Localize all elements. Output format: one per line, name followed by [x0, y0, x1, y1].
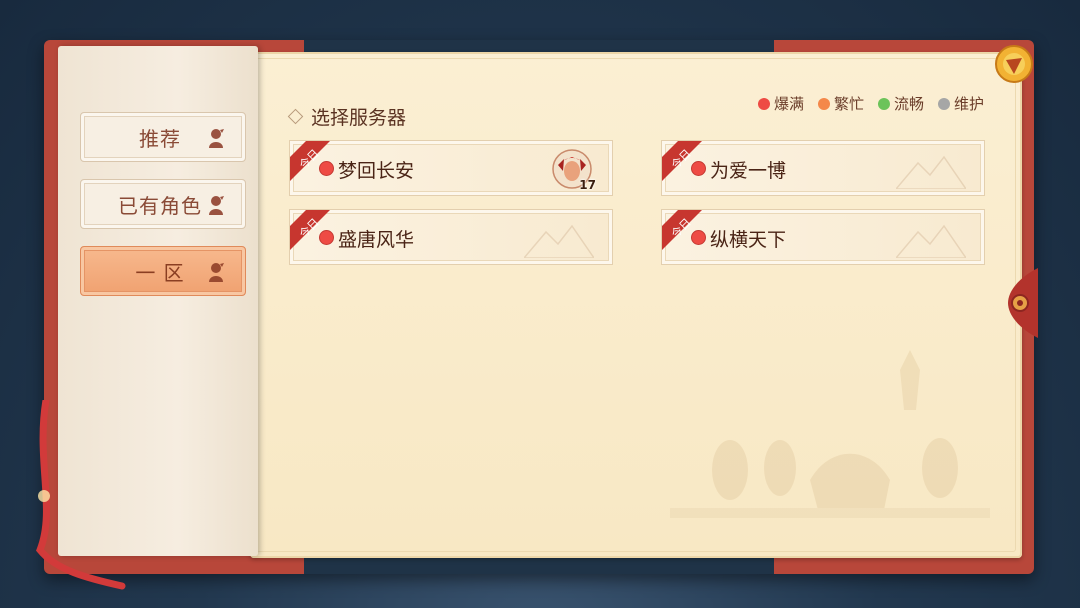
legend-label: 繁忙 — [833, 95, 864, 113]
server-card[interactable]: 今日 盛唐风华 — [289, 209, 613, 265]
server-card[interactable]: 今日 为爱一博 — [661, 140, 985, 196]
tab-existing-characters[interactable]: 已有角色 — [80, 179, 246, 229]
mountain-decoration-icon — [524, 224, 594, 258]
legend-smooth: 流畅 — [877, 93, 924, 114]
legend-maintenance: 维护 — [937, 93, 984, 114]
section-title-text: 选择服务器 — [311, 107, 407, 129]
tab-label: 已有角色 — [118, 193, 202, 218]
legend-label: 流畅 — [893, 95, 924, 113]
status-dot-icon — [937, 97, 950, 110]
server-name: 为爱一博 — [710, 160, 787, 182]
tab-zone-one[interactable]: 一 区 — [80, 246, 246, 296]
mountain-decoration-icon — [896, 224, 966, 258]
section-title: 选择服务器 — [287, 103, 407, 130]
figure-head-icon — [209, 263, 224, 282]
legend-full: 爆满 — [757, 93, 804, 114]
status-legend: 爆满 繁忙 流畅 维护 — [757, 93, 984, 114]
status-dot-icon — [320, 162, 333, 175]
server-card[interactable]: 今日 纵横天下 — [661, 209, 985, 265]
character-level: 17 — [579, 178, 596, 192]
tab-label: 推荐 — [139, 126, 181, 151]
mountain-decoration-icon — [896, 155, 966, 189]
status-dot-icon — [817, 97, 830, 110]
status-dot-icon — [692, 231, 705, 244]
legend-label: 爆满 — [773, 95, 804, 113]
figure-head-icon — [209, 129, 224, 148]
figure-head-icon — [209, 196, 224, 215]
tab-recommended[interactable]: 推荐 — [80, 112, 246, 162]
server-name: 盛唐风华 — [338, 229, 415, 251]
diamond-icon — [287, 108, 304, 125]
character-avatar[interactable]: 17 — [552, 149, 596, 192]
close-knob-icon[interactable] — [994, 44, 1034, 84]
status-dot-icon — [757, 97, 770, 110]
book-clasp-icon — [1008, 268, 1038, 338]
background-figures-art — [670, 350, 990, 518]
tab-label: 一 区 — [135, 260, 185, 285]
legend-busy: 繁忙 — [817, 93, 864, 114]
legend-label: 维护 — [953, 95, 984, 113]
status-dot-icon — [320, 231, 333, 244]
status-dot-icon — [877, 97, 890, 110]
server-card[interactable]: 今日 梦回长安 17 — [289, 140, 613, 196]
status-dot-icon — [692, 162, 705, 175]
server-name: 纵横天下 — [710, 229, 787, 251]
server-name: 梦回长安 — [338, 160, 415, 182]
